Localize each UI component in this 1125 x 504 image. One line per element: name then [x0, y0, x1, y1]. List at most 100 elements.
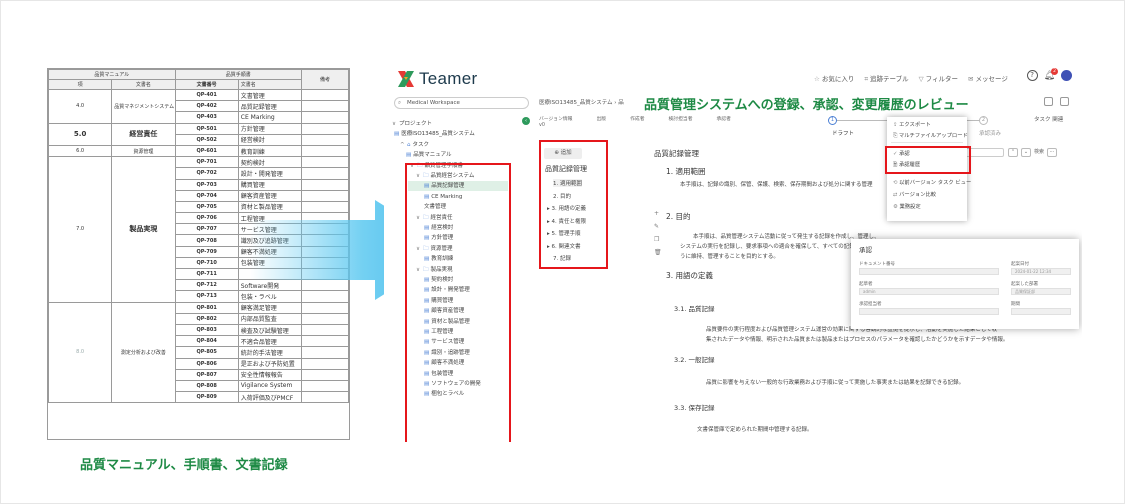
- bell-icon[interactable]: 🔔︎ 2: [1044, 67, 1058, 81]
- breadcrumb[interactable]: 医療ISO13485_品質システム › 品: [539, 98, 624, 106]
- doc-code: QP-708: [174, 234, 239, 247]
- doc-meta-row: バージョン情報 出版 作成者 検討担当者 承認者: [539, 115, 731, 122]
- step-two[interactable]: 2: [979, 116, 988, 125]
- doc-code: QP-704: [174, 189, 239, 202]
- chevron-icon[interactable]: ∨: [392, 119, 399, 129]
- top-icons: ? 🔔︎ 2: [1026, 67, 1072, 81]
- menu-item-label: マルチファイルアップロード: [898, 133, 968, 139]
- caption-left: 品質マニュアル、手順書、文書記録: [80, 458, 288, 473]
- sidebar-task[interactable]: ^ ⌂ タスク: [400, 140, 429, 150]
- add-block-icon[interactable]: +: [654, 210, 661, 217]
- menu-item-label: バージョン比較: [899, 192, 937, 198]
- sidebar-quality-manual[interactable]: ▤ 品質マニュアル: [406, 150, 452, 160]
- col-docno: 文書番号: [174, 79, 239, 90]
- star-icon: ☆: [814, 75, 820, 83]
- chevron-down-icon[interactable]: ⌄: [1021, 148, 1031, 157]
- sidebar-project[interactable]: ▤ 医療ISO13485_品質システム: [394, 129, 475, 139]
- edit-icon[interactable]: ✎: [654, 223, 661, 230]
- section-2-heading: 2. 目的: [666, 212, 691, 221]
- doc-code: QP-808: [174, 379, 239, 393]
- doc-title: 品質記録管理: [654, 149, 699, 158]
- doc-tools: ⌃ ⌄ 検索 ⋯: [1008, 148, 1058, 157]
- section-number: 7.0: [48, 156, 113, 303]
- doc-code: QP-601: [174, 144, 239, 158]
- step-approved-label: 承認済み: [979, 131, 1002, 137]
- doc-note: [301, 391, 349, 404]
- field-period[interactable]: [1011, 308, 1071, 315]
- menu-item-label: 業務設定: [899, 204, 921, 210]
- filter-icon: ▽: [918, 75, 924, 83]
- menu-item[interactable]: ⟲ 以前バージョン タスク ビュー: [893, 178, 971, 186]
- field-label-drafter: 起草者: [859, 282, 873, 287]
- more-icon[interactable]: ⋯: [1047, 148, 1058, 157]
- copy-icon[interactable]: ❐: [654, 236, 661, 243]
- doc-title: 顧客満足管理: [237, 301, 303, 314]
- section-name: 経営責任: [111, 122, 176, 146]
- section-name: 製品実現: [111, 156, 176, 303]
- workspace-select[interactable]: ⌕ Medical Workspace: [394, 97, 529, 109]
- top-nav: ☆ お気に入り ⌗ 追跡テーブル ▽ フィルター ✉ メッセージ: [814, 73, 1008, 84]
- field-draft-date[interactable]: 2024-01-22 12:34: [1011, 268, 1071, 275]
- nav-messages[interactable]: ✉ メッセージ: [968, 73, 1008, 84]
- nav-tracking-table[interactable]: ⌗ 追跡テーブル: [864, 73, 908, 84]
- doc-title: 方針管理: [237, 122, 303, 135]
- sidebar-project-label[interactable]: ∨ プロジェクト: [392, 119, 432, 129]
- approval-dialog: 承認 ドキュメント番号 起案日付 2024-01-22 12:34 起草者 ad…: [851, 239, 1079, 329]
- nav-filter[interactable]: ▽ フィルター: [919, 73, 958, 84]
- table-row: 8.0 測定分析および改善 QP-801 顧客満足管理: [48, 301, 349, 404]
- menu-item[interactable]: ⇄ バージョン比較: [893, 190, 936, 198]
- col-docname2: 文書名: [237, 79, 303, 90]
- doc-code: QP-401: [174, 88, 239, 102]
- project-icon: ▤: [394, 131, 400, 138]
- doc-code: QP-403: [174, 111, 239, 124]
- menu-item[interactable]: ⚙︎ 業務設定: [893, 202, 921, 210]
- sidebar-label: 医療ISO13485_品質システム: [401, 131, 475, 138]
- chevron-icon[interactable]: ^: [400, 140, 407, 150]
- doc-code: QP-702: [174, 167, 239, 180]
- doc-version: v0: [539, 123, 545, 128]
- highlight-procedures: [405, 163, 511, 442]
- toolbar-icon-2[interactable]: [1060, 97, 1069, 106]
- doc-title: 安全性情報報告: [237, 368, 303, 381]
- doc-note: [301, 323, 349, 337]
- menu-item[interactable]: ⇪ エクスポート: [893, 120, 931, 128]
- doc-note: [301, 111, 349, 124]
- field-doc-number[interactable]: [859, 268, 999, 275]
- avatar[interactable]: [1061, 70, 1072, 81]
- doc-note: [301, 368, 349, 381]
- field-department[interactable]: 品質保証部: [1011, 288, 1071, 295]
- field-label-doc-number: ドキュメント番号: [859, 262, 895, 267]
- doc-title: CE Marking: [237, 111, 303, 124]
- nav-favorites[interactable]: ☆ お気に入り: [814, 73, 854, 84]
- table-row: 7.0 製品実現 QP-701 契約検討: [48, 156, 349, 303]
- doc-title: 検査及び試験管理: [237, 323, 303, 337]
- task-icon: ⌂: [407, 141, 411, 148]
- doc-code: QP-502: [174, 133, 239, 146]
- doc-note: [301, 178, 349, 191]
- task-related-button[interactable]: タスク 関連: [1034, 115, 1063, 123]
- collapse-sidebar-icon[interactable]: ‹: [522, 117, 530, 125]
- field-approver[interactable]: [859, 308, 999, 315]
- doc-title: 購買管理: [237, 178, 303, 191]
- doc-note: [301, 167, 349, 180]
- sidebar-label: プロジェクト: [399, 121, 433, 127]
- section-1-text: 本手順は、記録の識別、保管、保護、検索、保存期間および処分に関する管理: [680, 182, 873, 188]
- doc-code: QP-707: [174, 223, 239, 236]
- section-name: 品質マネジメントシステム: [111, 89, 176, 124]
- doc-note: [301, 156, 349, 169]
- toolbar-icon-1[interactable]: [1044, 97, 1053, 106]
- doc-code: QP-806: [174, 357, 239, 370]
- menu-item[interactable]: ⎘ マルチファイルアップロード: [893, 131, 968, 140]
- doc-note: [301, 346, 349, 359]
- chevron-up-icon[interactable]: ⌃: [1008, 148, 1018, 157]
- help-icon[interactable]: ?: [1026, 70, 1038, 81]
- section-3-2-text: 品質に影響を与えない一般的な行政業務および手順に従って実施した事実または結果を記…: [706, 380, 965, 386]
- field-drafter[interactable]: admin: [859, 288, 999, 295]
- doc-title: 入荷評価及びPMCF: [237, 391, 303, 404]
- section-name: 資源管理: [111, 144, 176, 158]
- delete-icon[interactable]: 🗑︎: [654, 249, 662, 256]
- doc-note: [301, 88, 349, 102]
- field-label-approver: 承認担当者: [859, 302, 882, 307]
- step-one[interactable]: 1: [828, 116, 837, 125]
- top-bar: Teamer ☆ お気に入り ⌗ 追跡テーブル ▽ フィルター ✉ メッセージ ? 🔔︎…: [384, 62, 1082, 94]
